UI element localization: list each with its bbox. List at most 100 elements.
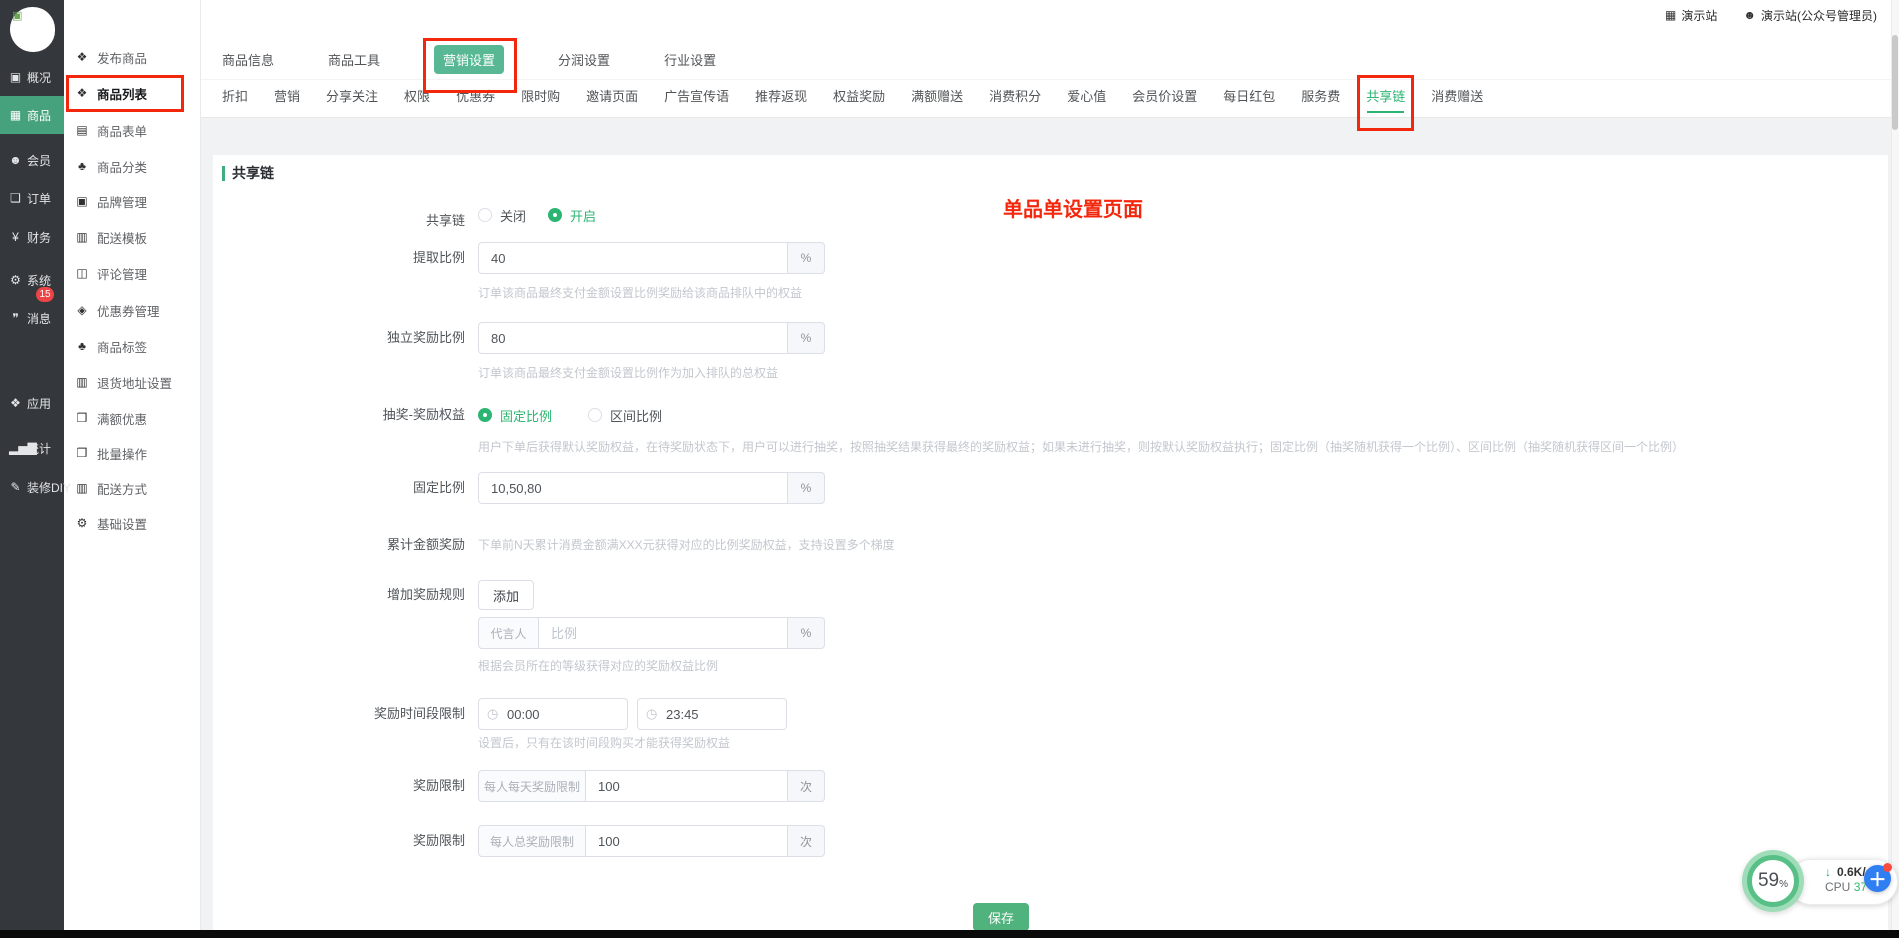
- start-time-picker[interactable]: ◷: [478, 698, 628, 730]
- end-time-picker[interactable]: ◷: [637, 698, 787, 730]
- add-button[interactable]: 添加: [478, 580, 534, 610]
- cumulative-reward-label: 累计金额奖励: [213, 535, 465, 555]
- page-scrollbar[interactable]: [1891, 0, 1899, 930]
- menu-item-full-discount[interactable]: ❒满额优惠: [64, 402, 201, 434]
- site-logo[interactable]: ▣: [10, 7, 55, 52]
- menu-item-goods-form[interactable]: ▤商品表单: [64, 114, 201, 146]
- extract-ratio-input[interactable]: [478, 242, 788, 274]
- subtab-rights-reward[interactable]: 权益奖励: [833, 88, 885, 106]
- menu-item-goods-tag[interactable]: ♣商品标签: [64, 330, 201, 362]
- radio-range-ratio[interactable]: 区间比例: [588, 406, 662, 425]
- total-limit-prefix: 每人总奖励限制: [478, 825, 585, 857]
- lottery-reward-row: 抽奖-奖励权益 固定比例 区间比例: [213, 405, 1888, 439]
- download-arrow-icon: ↓: [1825, 865, 1831, 879]
- end-time-input[interactable]: [637, 698, 787, 730]
- subtab-member-price[interactable]: 会员价设置: [1132, 88, 1197, 106]
- subtab-discount[interactable]: 折扣: [222, 88, 248, 106]
- subtab-ad-slogan[interactable]: 广告宣传语: [664, 88, 729, 106]
- sidebar-item-finance[interactable]: ¥财务: [0, 218, 64, 256]
- subtab-service-fee[interactable]: 服务费: [1301, 88, 1340, 106]
- subtab-daily-redpacket[interactable]: 每日红包: [1223, 88, 1275, 106]
- sidebar-item-label: 系统: [27, 272, 51, 289]
- account-menu[interactable]: ☻演示站(公众号管理员): [1743, 7, 1877, 24]
- subtab-recommend-cashback[interactable]: 推荐返现: [755, 88, 807, 106]
- sidebar-item-goods[interactable]: ▦商品: [0, 96, 64, 134]
- shop-icon: ▦: [9, 108, 22, 122]
- time-limit-row: 奖励时间段限制 ◷ ◷: [213, 698, 1888, 732]
- system-monitor-widget[interactable]: ↓0.6K/s CPU 37℃ 59% ＋: [1742, 850, 1899, 914]
- yuan-icon: ¥: [9, 230, 22, 244]
- lottery-reward-help: 用户下单后获得默认奖励权益，在待奖励状态下，用户可以进行抽奖，按照抽奖结果获得最…: [478, 439, 1858, 455]
- tab-goods-tools[interactable]: 商品工具: [328, 45, 380, 74]
- percent-suffix: %: [788, 242, 825, 274]
- sidebar-item-system[interactable]: ⚙系统: [0, 261, 64, 299]
- tab-profit-settings[interactable]: 分润设置: [558, 45, 610, 74]
- site-name: 演示站: [1681, 7, 1717, 24]
- independent-ratio-input[interactable]: [478, 322, 788, 354]
- scrollbar-thumb[interactable]: [1892, 35, 1898, 130]
- sidebar-item-members[interactable]: ☻会员: [0, 141, 64, 179]
- subtab-love-value[interactable]: 爱心值: [1067, 88, 1106, 106]
- menu-item-batch-operation[interactable]: ❒批量操作: [64, 437, 201, 469]
- subtab-share-follow[interactable]: 分享关注: [326, 88, 378, 106]
- share-chain-row: 共享链 关闭 开启: [213, 205, 1888, 239]
- subtab-consume-gift[interactable]: 消费赠送: [1431, 88, 1483, 106]
- subtab-full-gift[interactable]: 满额赠送: [911, 88, 963, 106]
- sidebar-item-stats[interactable]: ▂▅▇统计: [0, 429, 64, 467]
- subtab-invite-page[interactable]: 邀请页面: [586, 88, 638, 106]
- cumulative-reward-help: 下单前N天累计消费金额满XXX元获得对应的比例奖励权益，支持设置多个梯度: [478, 535, 895, 555]
- site-switcher[interactable]: ▦演示站: [1665, 7, 1717, 24]
- gift-icon: ❒: [75, 411, 89, 425]
- sidebar-item-apps[interactable]: ❖应用: [0, 384, 64, 422]
- daily-limit-label: 奖励限制: [213, 770, 465, 802]
- radio-on-icon: [478, 408, 492, 422]
- subtab-marketing[interactable]: 营销: [274, 88, 300, 106]
- menu-item-delivery-template[interactable]: ▥配送模板: [64, 221, 201, 253]
- share-chain-label: 共享链: [213, 205, 465, 237]
- memory-gauge[interactable]: 59%: [1742, 850, 1804, 912]
- menu-item-goods-list[interactable]: ❖商品列表: [64, 77, 201, 109]
- subtab-consume-points[interactable]: 消费积分: [989, 88, 1041, 106]
- daily-limit-input[interactable]: [585, 770, 788, 802]
- subtab-share-chain[interactable]: 共享链: [1366, 88, 1405, 106]
- tab-marketing-settings[interactable]: 营销设置: [434, 45, 504, 74]
- extract-ratio-help: 订单该商品最终支付金额设置比例奖励给该商品排队中的权益: [478, 285, 1858, 301]
- menu-item-comment-manage[interactable]: ◫评论管理: [64, 257, 201, 289]
- menu-item-brand-manage[interactable]: ▣品牌管理: [64, 185, 201, 217]
- radio-fixed-ratio[interactable]: 固定比例: [478, 406, 552, 425]
- sidebar-item-orders[interactable]: ❑订单: [0, 179, 64, 217]
- sidebar-item-messages[interactable]: ❞消息: [0, 299, 64, 337]
- menu-item-label: 商品表单: [97, 121, 147, 140]
- menu-item-basic-settings[interactable]: ⚙基础设置: [64, 507, 201, 539]
- menu-item-goods-category[interactable]: ♣商品分类: [64, 150, 201, 182]
- spokesperson-prefix: 代言人: [478, 617, 538, 649]
- radio-close[interactable]: 关闭: [478, 206, 526, 225]
- sidebar-item-diy[interactable]: ✎装修DIY: [0, 468, 64, 506]
- menu-item-publish-goods[interactable]: ❖ 发布商品: [64, 41, 201, 73]
- add-rule-label: 增加奖励规则: [213, 580, 465, 610]
- truck-icon: ▥: [75, 375, 89, 389]
- subtab-permission[interactable]: 权限: [404, 88, 430, 106]
- menu-item-delivery-method[interactable]: ▥配送方式: [64, 472, 201, 504]
- boxes-icon: ❖: [75, 50, 89, 64]
- menu-item-return-address[interactable]: ▥退货地址设置: [64, 366, 201, 398]
- tab-industry-settings[interactable]: 行业设置: [664, 45, 716, 74]
- tab-goods-info[interactable]: 商品信息: [222, 45, 274, 74]
- accelerate-button[interactable]: ＋: [1864, 865, 1891, 892]
- menu-item-coupon-manage[interactable]: ◈优惠券管理: [64, 294, 201, 326]
- start-time-input[interactable]: [478, 698, 628, 730]
- radio-open[interactable]: 开启: [548, 206, 596, 225]
- save-button[interactable]: 保存: [973, 903, 1029, 931]
- ratio-input[interactable]: [538, 617, 788, 649]
- total-limit-input[interactable]: [585, 825, 788, 857]
- menu-item-label: 发布商品: [97, 48, 147, 67]
- subtab-flash-sale[interactable]: 限时购: [521, 88, 560, 106]
- extract-ratio-row: 提取比例 %: [213, 242, 1888, 276]
- share-chain-panel: 共享链 单品单设置页面 共享链 关闭 开启 提取比例 % 订单该商品最终支付金额…: [213, 155, 1888, 930]
- gift-icon: ❒: [75, 446, 89, 460]
- subtab-coupon[interactable]: 优惠券: [456, 88, 495, 106]
- sidebar-item-overview[interactable]: ▣概况: [0, 58, 64, 96]
- fixed-ratio-input[interactable]: [478, 472, 788, 504]
- chat-bubble-icon: ❞: [9, 311, 22, 325]
- user-bar: ▦演示站 ☻演示站(公众号管理员): [1665, 0, 1877, 30]
